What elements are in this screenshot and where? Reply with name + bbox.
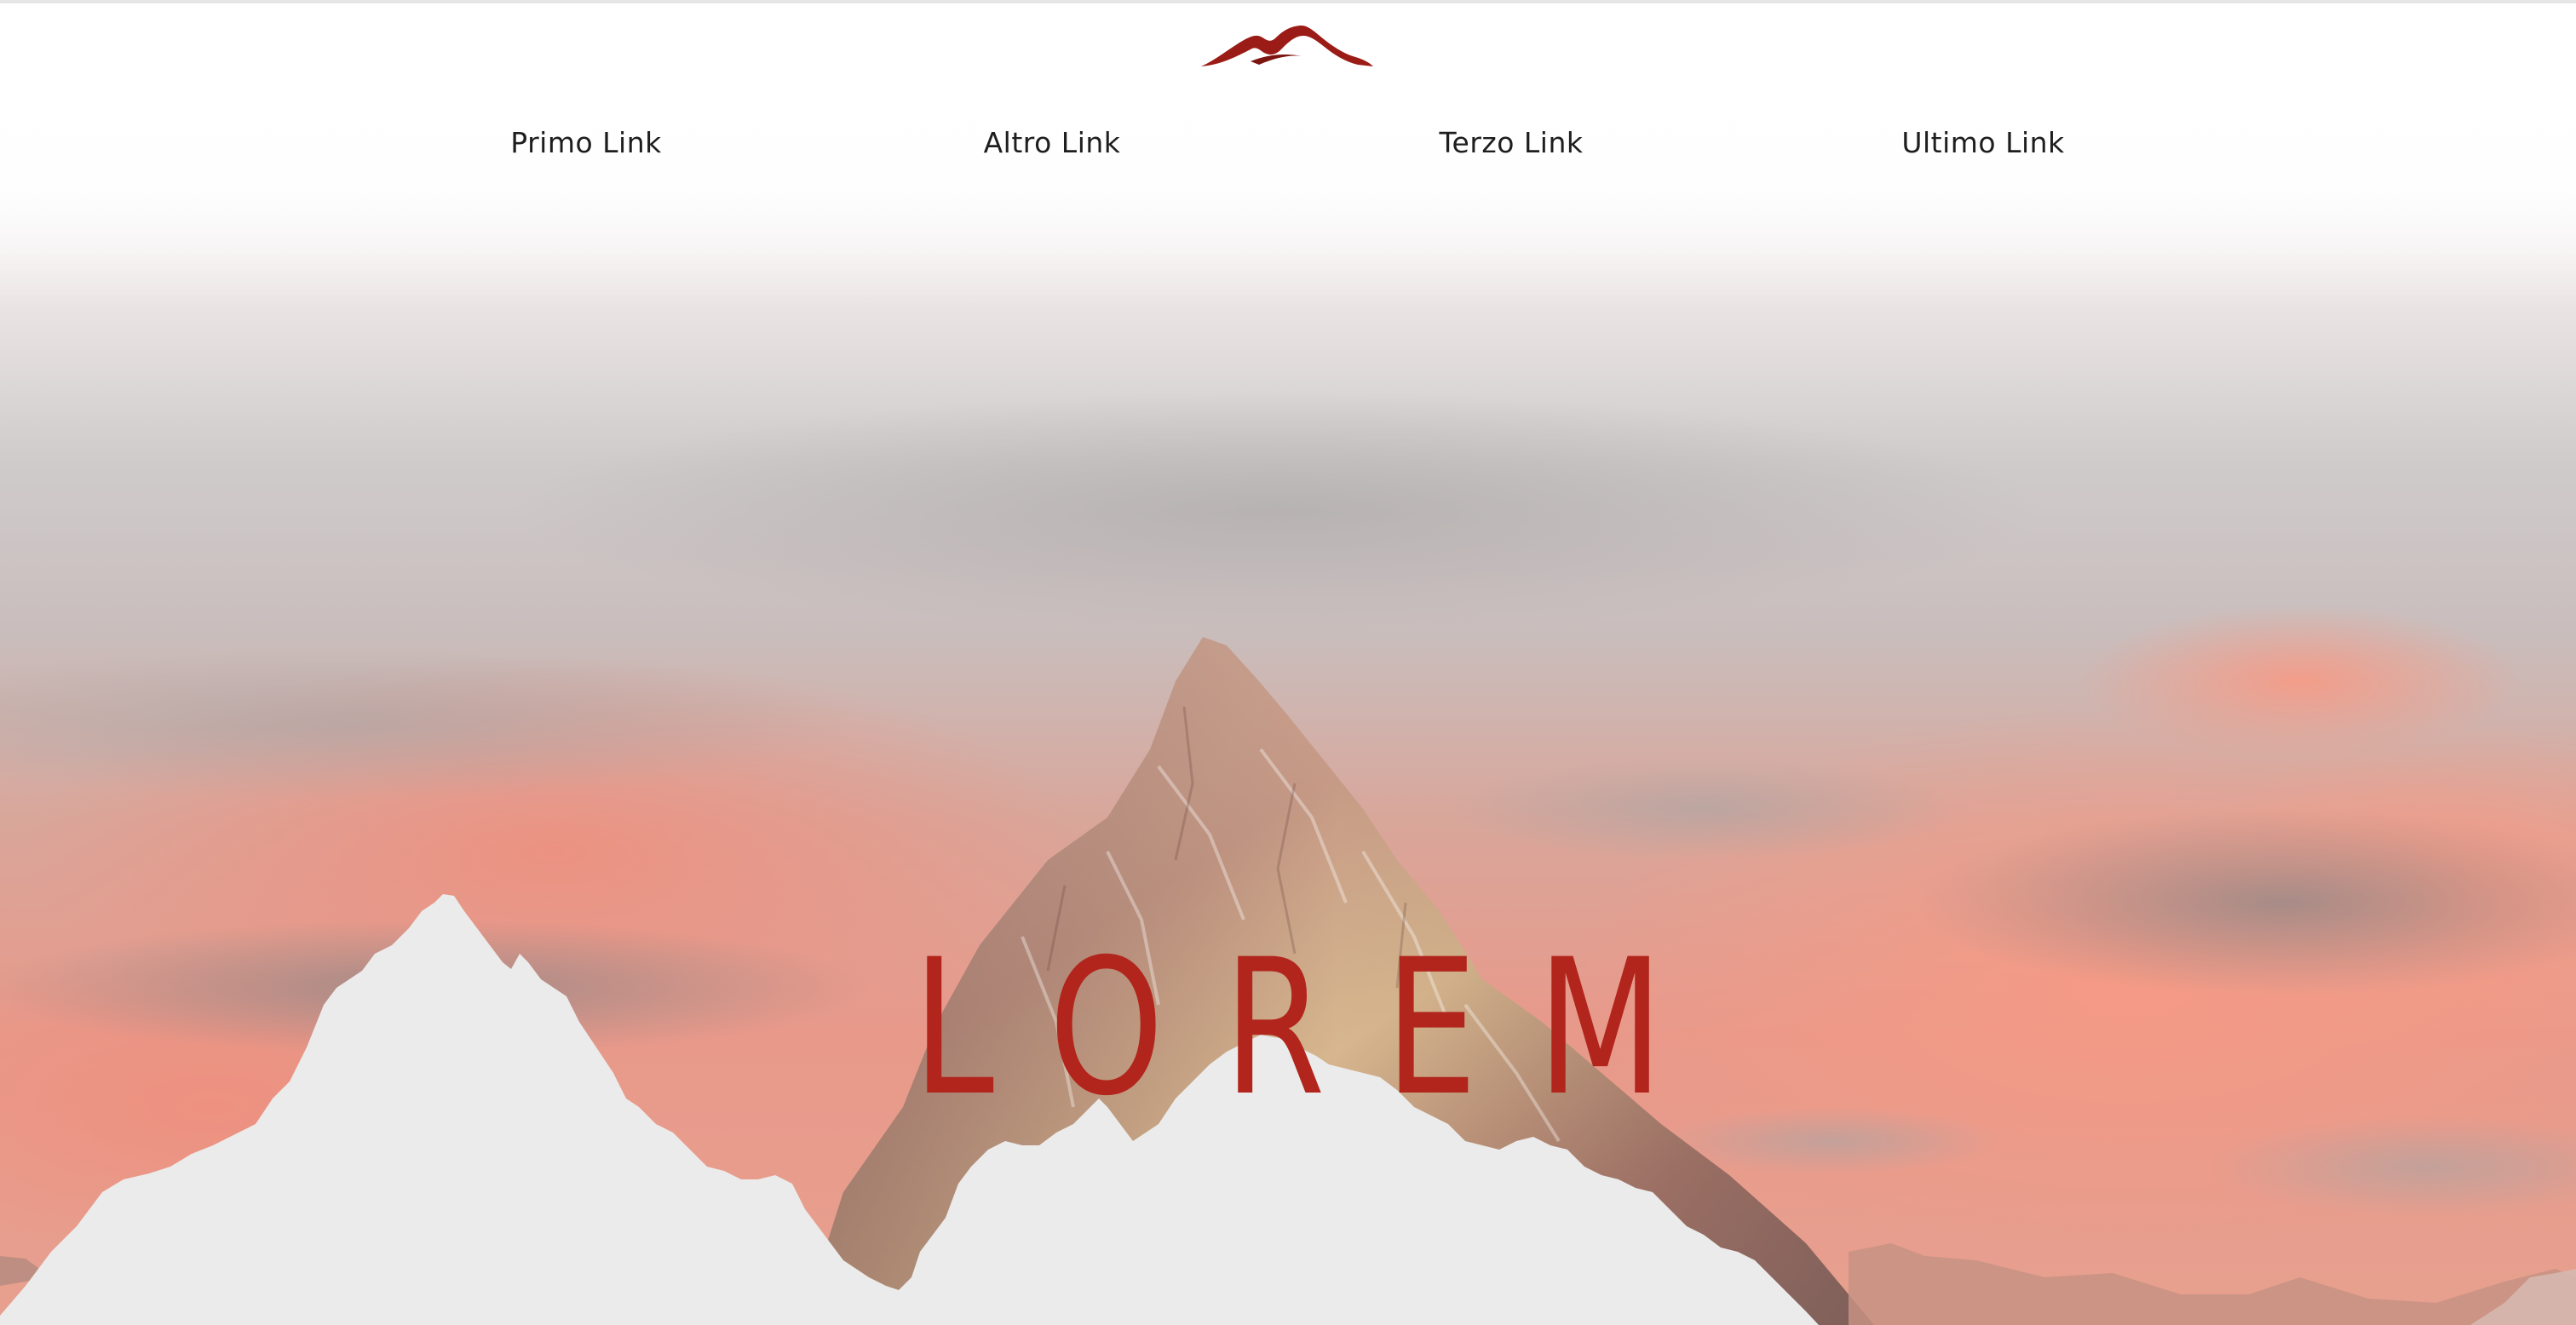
nav-link-terzo[interactable]: Terzo Link	[1439, 126, 1583, 159]
hero-title: LOREM	[912, 919, 1723, 1138]
mountain-logo-icon	[1201, 26, 1373, 66]
site-header: Primo Link Altro Link Terzo Link Ultimo …	[0, 0, 2576, 196]
nav-link-ultimo[interactable]: Ultimo Link	[1901, 126, 2064, 159]
nav-link-primo[interactable]: Primo Link	[510, 126, 661, 159]
top-border	[0, 0, 2576, 3]
page: Primo Link Altro Link Terzo Link Ultimo …	[0, 0, 2576, 1325]
main-nav: Primo Link Altro Link Terzo Link Ultimo …	[0, 126, 2576, 177]
logo-link[interactable]	[1199, 22, 1375, 70]
nav-link-altro[interactable]: Altro Link	[984, 126, 1121, 159]
